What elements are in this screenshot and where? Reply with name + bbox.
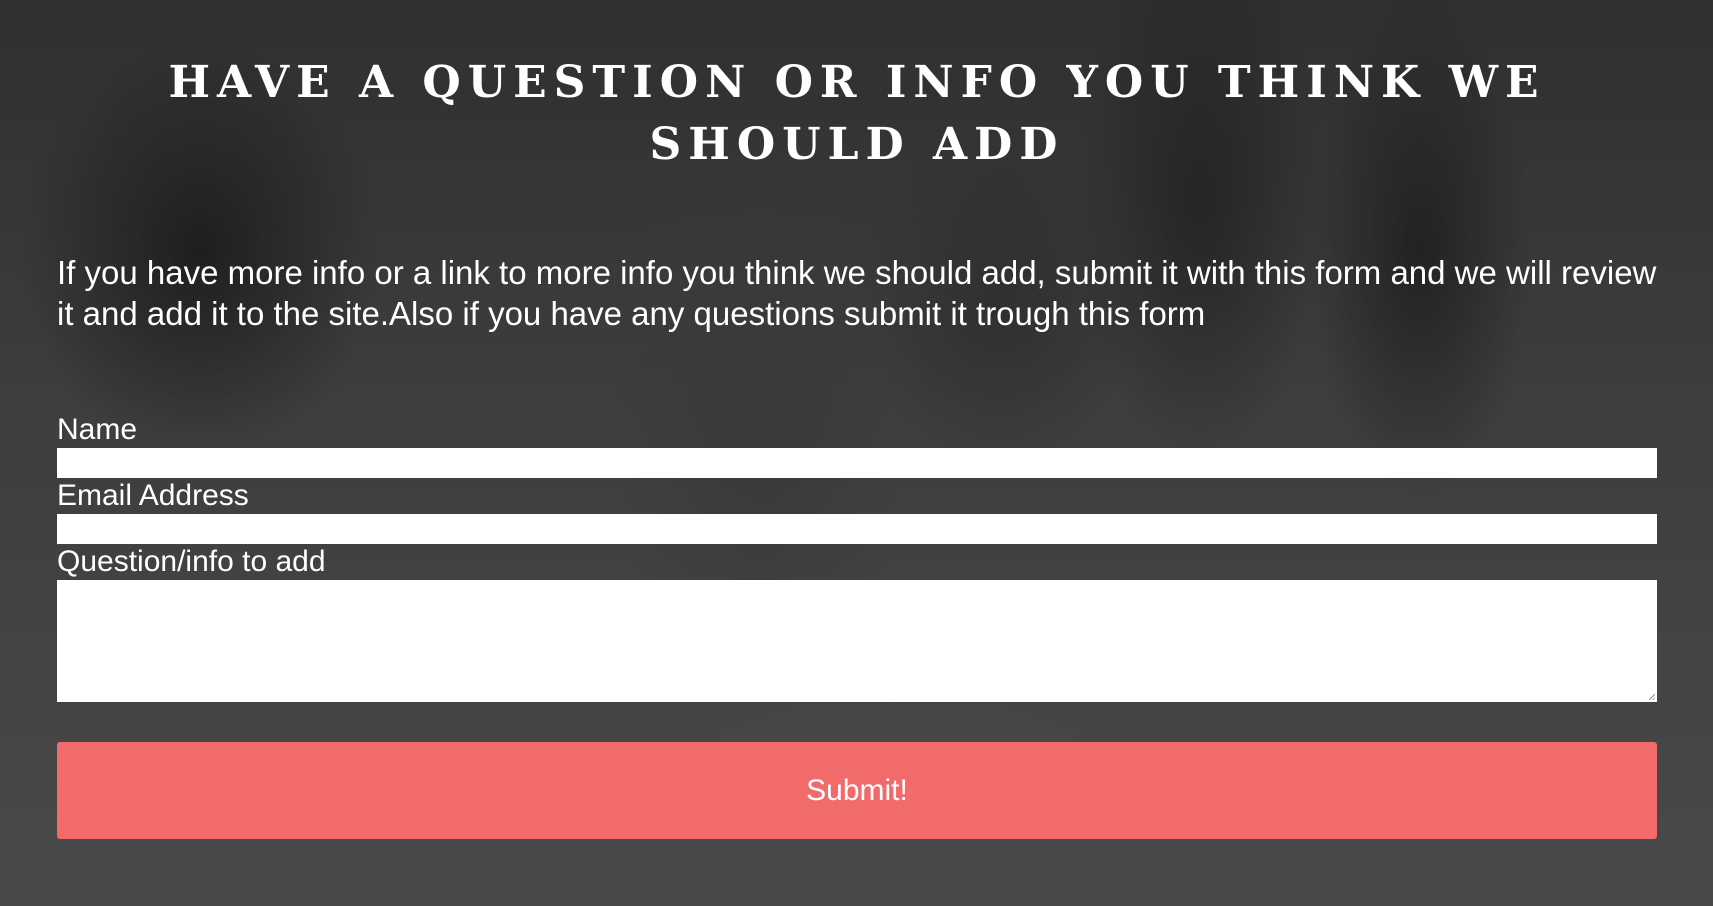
name-input[interactable] [57,448,1657,478]
contact-section: HAVE A QUESTION OR INFO YOU THINK WE SHO… [57,0,1657,839]
contact-form: Name Email Address Question/info to add … [57,412,1657,839]
resize-grip-icon[interactable] [1649,694,1655,700]
email-label: Email Address [57,479,249,512]
name-label: Name [57,413,138,446]
page-heading: HAVE A QUESTION OR INFO YOU THINK WE SHO… [168,57,1546,170]
submit-button[interactable]: Submit! [57,742,1657,839]
question-textarea[interactable] [57,580,1657,702]
email-input[interactable] [57,514,1657,544]
question-label: Question/info to add [57,545,326,578]
intro-text: If you have more info or a link to more … [57,254,1657,332]
